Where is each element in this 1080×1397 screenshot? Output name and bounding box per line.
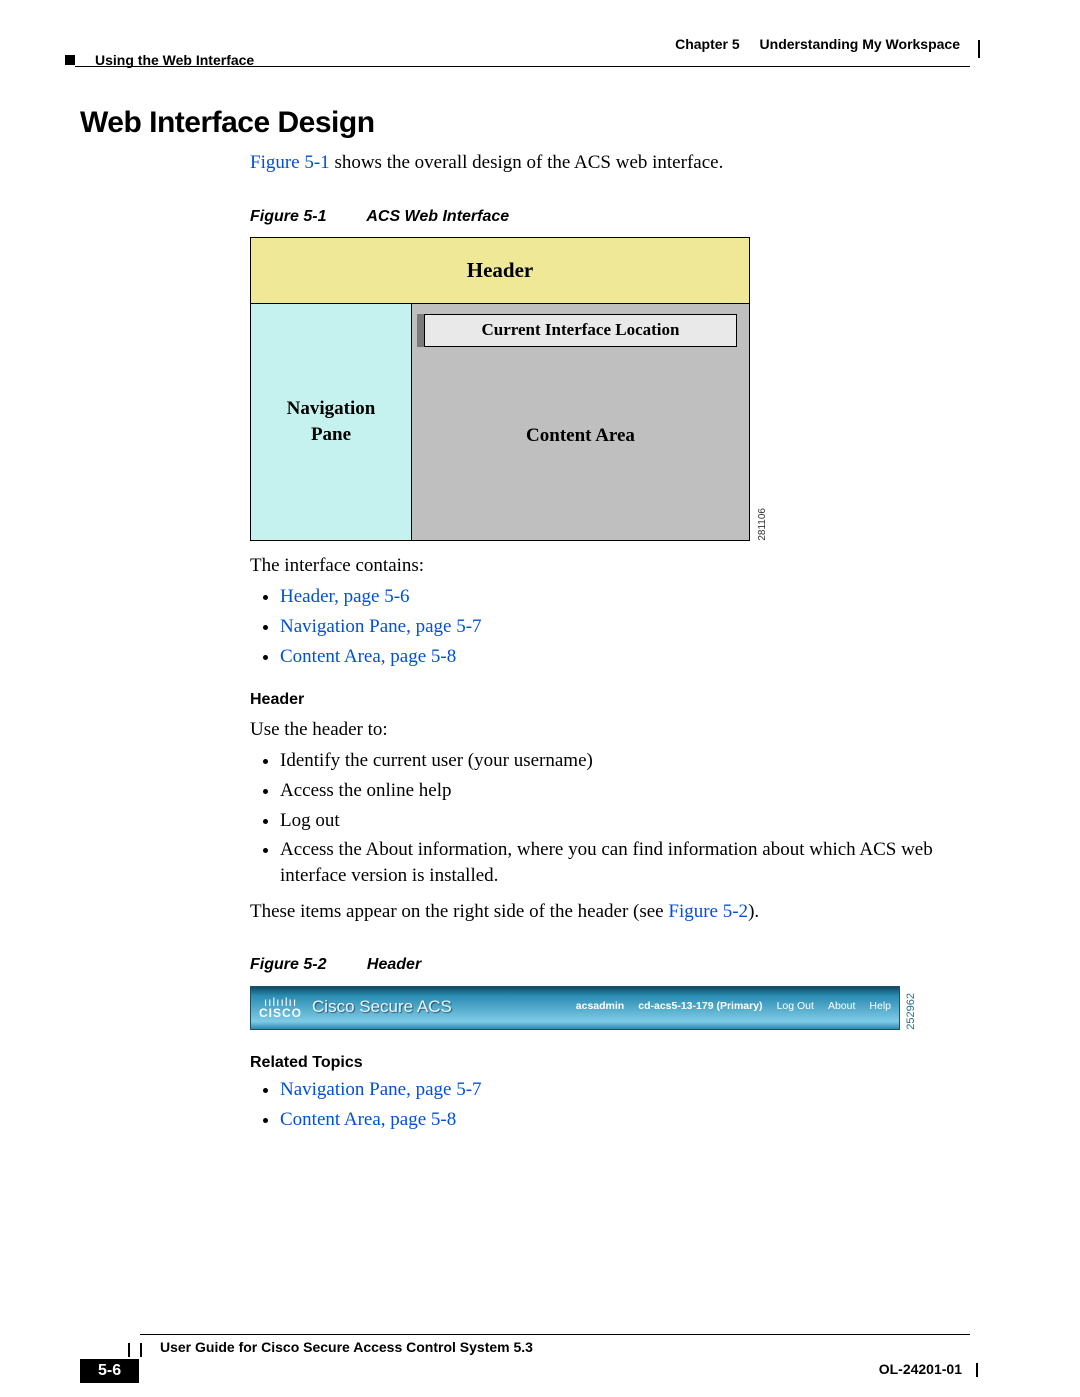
list-item: Content Area, page 5-8	[280, 644, 970, 670]
figure-5-1-link[interactable]: Figure 5-1	[250, 152, 330, 173]
header-tail-pre: These items appear on the right side of …	[250, 901, 668, 922]
intro-rest: shows the overall design of the ACS web …	[330, 152, 724, 173]
figure-5-1-row: Header Navigation Pane Current Interface…	[250, 237, 970, 540]
figure-5-1-header-label: Header	[251, 238, 749, 303]
header-subsection-title: Header	[250, 689, 970, 711]
figure-5-2-row: ıılıılıı CISCO Cisco Secure ACS acsadmin…	[250, 986, 970, 1030]
intro-paragraph: Figure 5-1 shows the overall design of t…	[250, 150, 970, 176]
list-item: Log out	[280, 808, 970, 834]
list-item: Header, page 5-6	[280, 584, 970, 610]
footer-rule	[140, 1334, 970, 1335]
related-topics-title: Related Topics	[250, 1052, 970, 1074]
list-item: Navigation Pane, page 5-7	[280, 614, 970, 640]
list-item: Identify the current user (your username…	[280, 748, 970, 774]
figure-5-1-location-label: Current Interface Location	[424, 314, 737, 347]
page-number-badge: 5-6	[80, 1359, 139, 1383]
cisco-logo: ıılıılıı CISCO	[259, 997, 302, 1019]
product-name: Cisco Secure ACS	[312, 996, 452, 1019]
page: Using the Web Interface Chapter 5 Unders…	[0, 0, 1080, 1397]
figure-5-1-nav-line2: Pane	[311, 424, 351, 445]
header-page-link[interactable]: Header, page 5-6	[280, 586, 410, 607]
related-content-area-link[interactable]: Content Area, page 5-8	[280, 1109, 456, 1130]
about-link[interactable]: About	[828, 999, 855, 1013]
list-item: Content Area, page 5-8	[280, 1107, 970, 1133]
header-tail-paragraph: These items appear on the right side of …	[250, 899, 970, 925]
header-right-links: acsadmin cd-acs5-13-179 (Primary) Log Ou…	[576, 999, 891, 1013]
related-topics-list: Navigation Pane, page 5-7 Content Area, …	[250, 1077, 970, 1132]
header-tail-post: ).	[748, 901, 759, 922]
section-body: Figure 5-1 shows the overall design of t…	[250, 150, 970, 1133]
chapter-title: Understanding My Workspace	[760, 36, 960, 52]
top-rule	[75, 66, 970, 67]
list-item: Access the About information, where you …	[280, 837, 970, 888]
figure-5-1-side-number: 281106	[756, 508, 774, 541]
figure-5-1-content-label: Content Area	[412, 423, 749, 449]
section-title: Web Interface Design	[80, 106, 970, 140]
related-nav-pane-link[interactable]: Navigation Pane, page 5-7	[280, 1079, 482, 1100]
figure-5-2-header-bar: ıılıılıı CISCO Cisco Secure ACS acsadmin…	[250, 986, 900, 1030]
figure-5-1-nav-line1: Navigation	[287, 398, 376, 419]
header-marker-left	[65, 55, 75, 65]
figure-5-2-link[interactable]: Figure 5-2	[668, 901, 748, 922]
running-head-right: Chapter 5 Understanding My Workspace	[675, 36, 960, 52]
figure-5-2-caption-title: Header	[367, 956, 421, 973]
figure-5-2-caption: Figure 5-2 Header	[250, 954, 970, 976]
interface-contains-list: Header, page 5-6 Navigation Pane, page 5…	[250, 584, 970, 669]
header-lead: Use the header to:	[250, 717, 970, 743]
figure-5-2-side-number: 252962	[904, 993, 919, 1030]
figure-5-1-caption-num: Figure 5-1	[250, 208, 326, 225]
figure-5-1: Header Navigation Pane Current Interface…	[250, 237, 750, 540]
figure-5-1-caption-title: ACS Web Interface	[366, 208, 509, 225]
figure-5-2-caption-num: Figure 5-2	[250, 956, 326, 973]
figure-5-1-nav-label: Navigation Pane	[251, 304, 412, 540]
list-item: Navigation Pane, page 5-7	[280, 1077, 970, 1103]
footer-tick-right	[976, 1363, 978, 1377]
logout-link[interactable]: Log Out	[777, 999, 814, 1013]
header-use-list: Identify the current user (your username…	[250, 748, 970, 888]
list-item: Access the online help	[280, 778, 970, 804]
content-area-link[interactable]: Content Area, page 5-8	[280, 646, 456, 667]
chapter-label: Chapter 5	[675, 36, 740, 52]
current-user: acsadmin	[576, 999, 624, 1013]
navigation-pane-link[interactable]: Navigation Pane, page 5-7	[280, 616, 482, 637]
help-link[interactable]: Help	[869, 999, 891, 1013]
footer-tick-left	[128, 1343, 142, 1357]
figure-5-1-content-area: Current Interface Location Content Area	[412, 304, 749, 540]
header-marker-right	[978, 40, 980, 58]
interface-contains-lead: The interface contains:	[250, 553, 970, 579]
cisco-wordmark: CISCO	[259, 1008, 302, 1019]
current-host: cd-acs5-13-179 (Primary)	[638, 999, 762, 1013]
footer-book-title: User Guide for Cisco Secure Access Contr…	[160, 1339, 533, 1355]
figure-5-1-caption: Figure 5-1 ACS Web Interface	[250, 206, 970, 228]
footer-doc-number: OL-24201-01	[879, 1361, 962, 1377]
